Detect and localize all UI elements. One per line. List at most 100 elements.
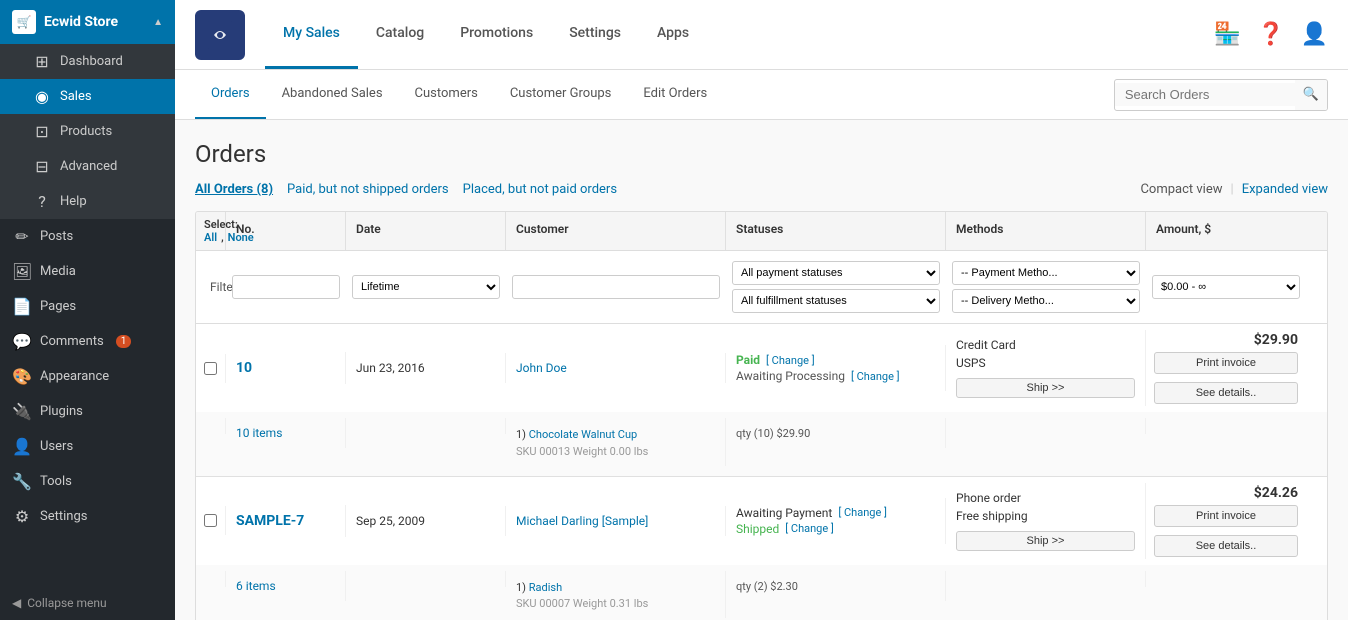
order-item-qty-price-10: qty (10) $29.90 <box>726 418 946 448</box>
search-orders-input[interactable] <box>1115 83 1295 106</box>
top-nav-tabs: My Sales Catalog Promotions Settings App… <box>265 0 707 69</box>
order-checkbox-10 <box>196 354 226 383</box>
order-id-link-10[interactable]: 10 <box>236 360 252 376</box>
filter-amount-select[interactable]: $0.00 - ∞ <box>1152 275 1300 299</box>
order-item-detail-sample7: 1) Radish SKU 00007 Weight 0.31 lbs <box>506 571 726 619</box>
customer-link-sample7[interactable]: Michael Darling [Sample] <box>516 514 648 528</box>
users-icon: 👤 <box>12 437 32 456</box>
item-name-link-10-1[interactable]: Chocolate Walnut Cup <box>529 428 637 441</box>
payment-method-sample7: Phone order <box>956 491 1135 505</box>
see-details-button-sample7[interactable]: See details.. <box>1154 535 1298 557</box>
sidebar-item-users[interactable]: 👤 Users <box>0 429 175 464</box>
select-all-button[interactable]: All <box>204 231 217 244</box>
filter-date-select[interactable]: Lifetime <box>352 275 500 299</box>
change-payment-status-10[interactable]: [ Change ] <box>766 354 815 367</box>
top-tab-catalog[interactable]: Catalog <box>358 0 442 69</box>
compact-view-label: Compact view <box>1140 182 1222 197</box>
print-invoice-button-sample7[interactable]: Print invoice <box>1154 505 1298 527</box>
items-count-link-sample7[interactable]: 6 items <box>236 579 276 593</box>
orders-table: Select: All , None No. Date Customer Sta… <box>195 211 1328 620</box>
ecwid-store-header[interactable]: 🛒 Ecwid Store ▲ <box>0 0 175 44</box>
order-customer-10: John Doe <box>506 353 726 383</box>
see-details-button-10[interactable]: See details.. <box>1154 382 1298 404</box>
sidebar-item-tools[interactable]: 🔧 Tools <box>0 464 175 499</box>
fulfillment-status-sample7: Shipped <box>736 522 779 536</box>
select-column-header: Select: All , None <box>196 212 226 250</box>
filter-placed-not-paid[interactable]: Placed, but not paid orders <box>463 182 617 197</box>
help-icon: ? <box>32 192 52 211</box>
help-nav-icon[interactable]: ❓ <box>1257 22 1284 47</box>
collapse-menu-button[interactable]: ◀ Collapse menu <box>0 586 175 620</box>
order-items-count-10: 10 items <box>226 418 346 448</box>
order-methods-10: Credit Card USPS Ship >> <box>946 330 1146 406</box>
top-tab-mysales[interactable]: My Sales <box>265 0 358 69</box>
filter-paid-not-shipped[interactable]: Paid, but not shipped orders <box>287 182 449 197</box>
ship-button-sample7[interactable]: Ship >> <box>956 531 1135 551</box>
sidebar-item-plugins[interactable]: 🔌 Plugins <box>0 394 175 429</box>
change-fulfillment-status-sample7[interactable]: [ Change ] <box>785 522 834 535</box>
secondary-navigation: Orders Abandoned Sales Customers Custome… <box>175 70 1348 120</box>
search-icon[interactable]: 🔍 <box>1295 80 1327 110</box>
payment-status-sample7: Awaiting Payment <box>736 506 832 520</box>
change-fulfillment-status-10[interactable]: [ Change ] <box>851 370 900 383</box>
filter-row: Filter: Lifetime All payment statuses <box>196 251 1327 324</box>
expanded-view-link[interactable]: Expanded view <box>1242 182 1328 197</box>
top-tab-settings[interactable]: Settings <box>551 0 639 69</box>
sidebar-item-posts[interactable]: ✏ Posts <box>0 219 175 254</box>
sidebar-item-help[interactable]: ? Help <box>0 184 175 219</box>
filter-delivery-method-select[interactable]: -- Delivery Metho... <box>952 289 1140 313</box>
order-id-10: 10 <box>226 352 346 384</box>
sidebar-item-comments[interactable]: 💬 Comments 1 <box>0 324 175 359</box>
tab-orders[interactable]: Orders <box>195 70 266 119</box>
order-customer-sample7: Michael Darling [Sample] <box>506 506 726 536</box>
change-payment-status-sample7[interactable]: [ Change ] <box>838 506 887 519</box>
sidebar-item-advanced[interactable]: ⊟ Advanced <box>0 149 175 184</box>
tab-customer-groups[interactable]: Customer Groups <box>494 70 628 119</box>
filter-all-orders[interactable]: All Orders (8) <box>195 182 273 197</box>
order-methods-sample7: Phone order Free shipping Ship >> <box>946 483 1146 559</box>
tab-abandoned-sales[interactable]: Abandoned Sales <box>266 70 399 119</box>
top-tab-promotions[interactable]: Promotions <box>442 0 551 69</box>
order-item-detail-10: 1) Chocolate Walnut Cup SKU 00013 Weight… <box>506 418 726 466</box>
sidebar-chevron-icon: ▲ <box>153 17 163 28</box>
media-icon: 🖼 <box>12 262 32 281</box>
filter-customer-input[interactable] <box>512 275 720 299</box>
customer-link-10[interactable]: John Doe <box>516 361 567 375</box>
sidebar-item-dashboard-ecwid[interactable]: ⊞ Dashboard <box>0 44 175 79</box>
ship-button-10[interactable]: Ship >> <box>956 378 1135 398</box>
print-invoice-button-10[interactable]: Print invoice <box>1154 352 1298 374</box>
sidebar-item-appearance[interactable]: 🎨 Appearance <box>0 359 175 394</box>
payment-method-10: Credit Card <box>956 338 1135 352</box>
posts-icon: ✏ <box>12 227 32 246</box>
order-checkbox-sample7 <box>196 506 226 535</box>
comments-badge: 1 <box>116 335 132 348</box>
store-icon[interactable]: 🏪 <box>1214 22 1241 47</box>
order-id-link-sample7[interactable]: SAMPLE-7 <box>236 513 304 529</box>
user-nav-icon[interactable]: 👤 <box>1301 22 1328 47</box>
sidebar-item-settings[interactable]: ⚙ Settings <box>0 499 175 534</box>
filter-cell-statuses: All payment statuses All fulfillment sta… <box>726 257 946 317</box>
sidebar-item-products[interactable]: ⊡ Products <box>0 114 175 149</box>
items-count-link-10[interactable]: 10 items <box>236 426 282 440</box>
filter-payment-status-select[interactable]: All payment statuses <box>732 261 940 285</box>
item-name-link-sample7-1[interactable]: Radish <box>529 581 562 594</box>
sidebar-item-sales[interactable]: ◉ Sales <box>0 79 175 114</box>
filter-payment-method-select[interactable]: -- Payment Metho... <box>952 261 1140 285</box>
filter-fulfillment-status-select[interactable]: All fulfillment statuses <box>732 289 940 313</box>
comments-icon: 💬 <box>12 332 32 351</box>
order-checkbox-input-sample7[interactable] <box>204 514 217 527</box>
main-content: My Sales Catalog Promotions Settings App… <box>175 0 1348 620</box>
sidebar-item-pages[interactable]: 📄 Pages <box>0 289 175 324</box>
top-navigation: My Sales Catalog Promotions Settings App… <box>175 0 1348 70</box>
filter-number-input[interactable] <box>232 275 340 299</box>
tab-customers[interactable]: Customers <box>399 70 494 119</box>
tab-edit-orders[interactable]: Edit Orders <box>627 70 723 119</box>
col-header-methods: Methods <box>946 212 1146 250</box>
sidebar-item-media[interactable]: 🖼 Media <box>0 254 175 289</box>
order-checkbox-input-10[interactable] <box>204 362 217 375</box>
item-sku-weight-sample7-1: SKU 00007 Weight 0.31 lbs <box>516 596 715 610</box>
top-tab-apps[interactable]: Apps <box>639 0 707 69</box>
col-header-no: No. <box>226 212 346 250</box>
plugins-icon: 🔌 <box>12 402 32 421</box>
order-date-10: Jun 23, 2016 <box>346 353 506 383</box>
